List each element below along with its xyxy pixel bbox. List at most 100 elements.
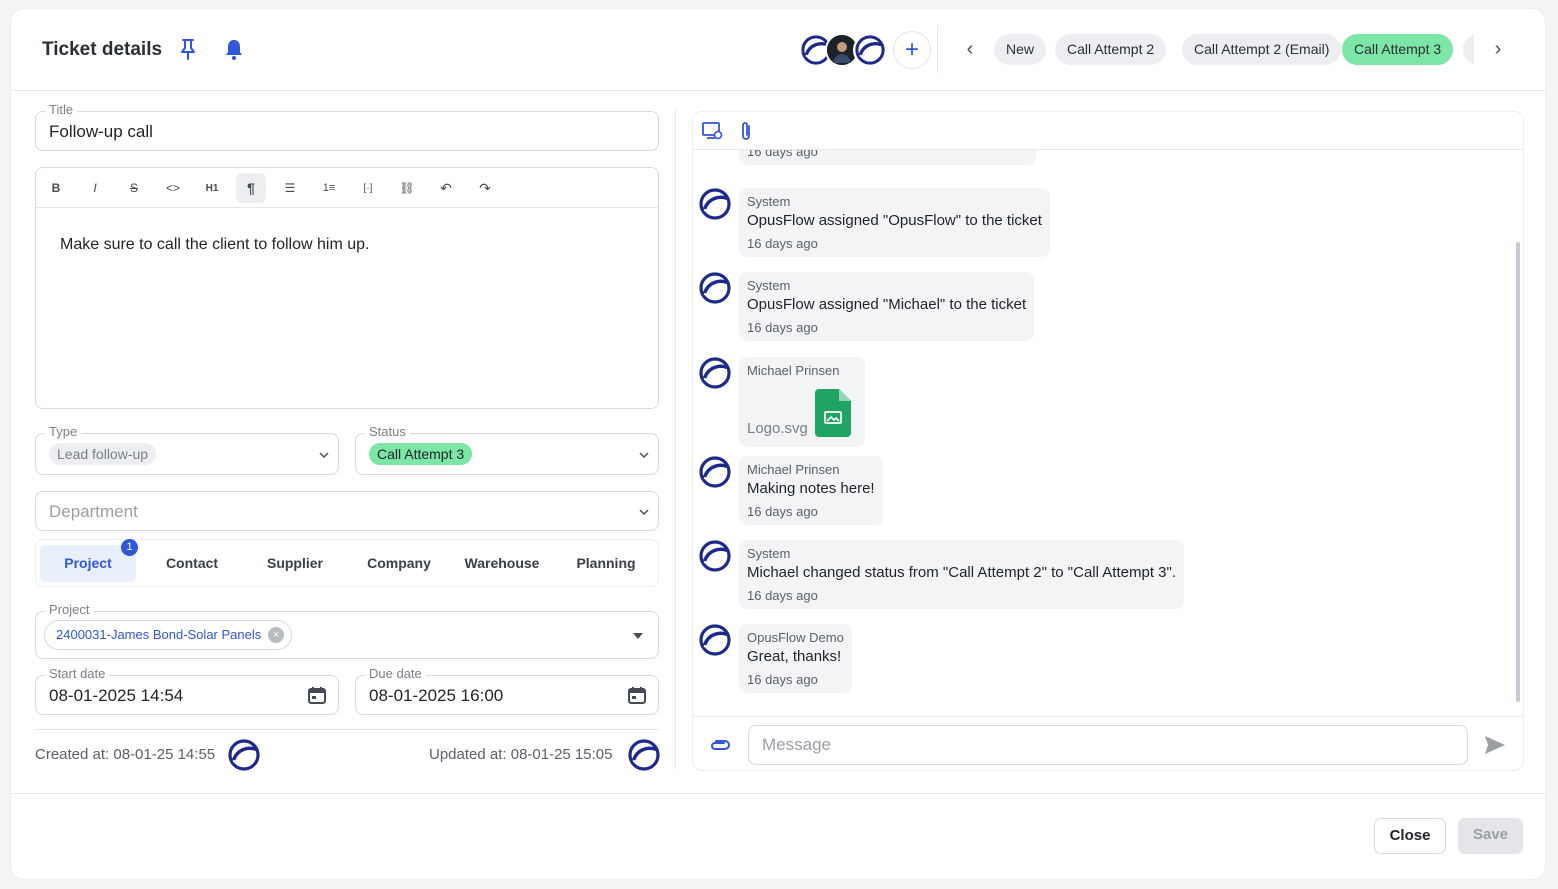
strike-button[interactable]: S [119,173,149,203]
project-select[interactable]: Project 2400031-James Bond-Solar Panels … [35,602,659,659]
save-button[interactable]: Save [1458,818,1523,854]
divider [937,25,938,73]
message-time: 16 days ago [747,320,818,335]
screen-note-icon[interactable] [701,121,723,141]
message-author: OpusFlow Demo [747,630,844,645]
divider [11,793,1547,794]
message-time: 16 days ago [747,672,818,687]
avatar [699,624,731,656]
caret-down-icon[interactable] [632,632,644,640]
message-input[interactable]: Message [748,725,1468,765]
code-button[interactable]: <> [158,173,188,203]
project-chip-label: 2400031-James Bond-Solar Panels [56,627,262,642]
stage-call-attempt-3[interactable]: Call Attempt 3 [1342,34,1454,65]
type-chip: Lead follow-up [49,443,157,465]
bullet-list-button[interactable]: ☰ [275,173,305,203]
message-time: 16 days ago [747,588,818,603]
created-at: Created at: 08-01-25 14:55 [35,746,216,763]
page-title: Ticket details [42,39,163,60]
activity-toolbar [693,112,1523,150]
editor-toolbar: B I S <> H1 ¶ ☰ 1≡ [·] ⛓ ↶ ↷ [36,168,658,208]
start-date-label: Start date [45,666,110,681]
message-bubble: System OpusFlow assigned "Michael" to th… [739,272,1035,341]
tab-project[interactable]: Project 1 [40,539,138,582]
due-date-field[interactable]: Due date 08-01-2025 16:00 [355,666,659,715]
ordered-list-button[interactable]: 1≡ [314,173,344,203]
message-bubble: 16 days ago [739,150,1036,165]
start-date-field[interactable]: Start date 08-01-2025 14:54 [35,666,339,715]
description-editor: B I S <> H1 ¶ ☰ 1≡ [·] ⛓ ↶ ↷ Make sure t… [35,167,659,409]
italic-button[interactable]: I [80,173,110,203]
heading-button[interactable]: H1 [197,173,227,203]
close-button[interactable]: Close [1374,818,1446,854]
stage-call-attempt-2-email[interactable]: Call Attempt 2 (Email) [1182,34,1342,65]
creator-avatar [228,739,260,771]
calendar-icon[interactable] [627,685,647,705]
title-label: Title [45,102,78,117]
department-select[interactable]: Department [35,491,659,531]
chevron-down-icon [639,452,649,459]
start-date-input[interactable]: 08-01-2025 14:54 [49,686,183,706]
status-select[interactable]: Status Call Attempt 3 [355,424,659,475]
message-text: OpusFlow assigned "Michael" to the ticke… [747,296,1027,313]
type-select[interactable]: Type Lead follow-up [35,424,339,475]
stage-new[interactable]: New [994,34,1047,65]
pin-icon[interactable] [177,37,199,61]
message-text: Great, thanks! [747,648,842,665]
message-text: Making notes here! [747,480,875,497]
chevron-down-icon [319,452,329,459]
stages-prev-button[interactable]: ‹ [960,37,980,61]
stage-next-partial[interactable] [1463,34,1474,65]
link-button[interactable]: ⛓ [392,173,422,203]
divider [35,729,659,730]
message-author: System [747,278,791,293]
stages-next-button[interactable]: › [1488,37,1508,61]
tab-contact[interactable]: Contact [144,545,240,582]
message-bubble: System Michael changed status from "Call… [739,540,1184,609]
code-block-button[interactable]: [·] [353,173,383,203]
attachment-icon[interactable] [738,120,754,142]
paragraph-button[interactable]: ¶ [236,173,266,203]
tab-supplier[interactable]: Supplier [247,545,343,582]
project-chip: 2400031-James Bond-Solar Panels × [44,620,293,650]
feed-scrollbar[interactable] [1516,242,1520,702]
avatar[interactable] [853,33,887,67]
calendar-icon[interactable] [307,685,327,705]
attach-link-icon[interactable] [709,736,731,754]
file-name[interactable]: Logo.svg [747,420,808,437]
message-feed: 16 days ago System OpusFlow assigned "Op… [693,150,1523,716]
redo-button[interactable]: ↷ [470,173,500,203]
count-badge: 1 [121,539,138,556]
due-date-label: Due date [365,666,426,681]
updater-avatar [628,739,660,771]
image-file-icon[interactable] [815,389,851,437]
avatar [699,357,731,389]
tab-company[interactable]: Company [351,545,447,582]
due-date-input[interactable]: 08-01-2025 16:00 [369,686,503,706]
avatar [699,188,731,220]
chevron-down-icon [639,509,649,516]
send-icon[interactable] [1484,735,1506,755]
add-assignee-button[interactable]: + [893,31,931,69]
tab-label: Project [64,555,112,571]
tab-warehouse[interactable]: Warehouse [454,545,550,582]
description-text[interactable]: Make sure to call the client to follow h… [60,236,369,254]
bell-icon[interactable] [223,37,245,61]
relation-tabs: Project 1 Contact Supplier Company Wareh… [35,539,659,587]
message-author: System [747,194,791,209]
title-input[interactable]: Follow-up call [49,122,153,142]
stage-call-attempt-2[interactable]: Call Attempt 2 [1055,34,1167,65]
divider [675,109,676,769]
message-author: Michael Prinsen [747,363,840,378]
tab-planning[interactable]: Planning [558,545,654,582]
undo-button[interactable]: ↶ [431,173,461,203]
title-field[interactable]: Title Follow-up call [35,102,659,151]
message-bubble: Michael Prinsen Making notes here! 16 da… [739,456,883,525]
stage-pipeline: New Call Attempt 2 Call Attempt 2 (Email… [994,33,1474,67]
message-bubble: Michael Prinsen Logo.svg [739,357,865,447]
bold-button[interactable]: B [41,173,71,203]
remove-chip-icon[interactable]: × [268,627,285,643]
message-composer: Message [693,716,1523,770]
message-bubble: System OpusFlow assigned "OpusFlow" to t… [739,188,1050,257]
message-text: Michael changed status from "Call Attemp… [747,564,1176,581]
